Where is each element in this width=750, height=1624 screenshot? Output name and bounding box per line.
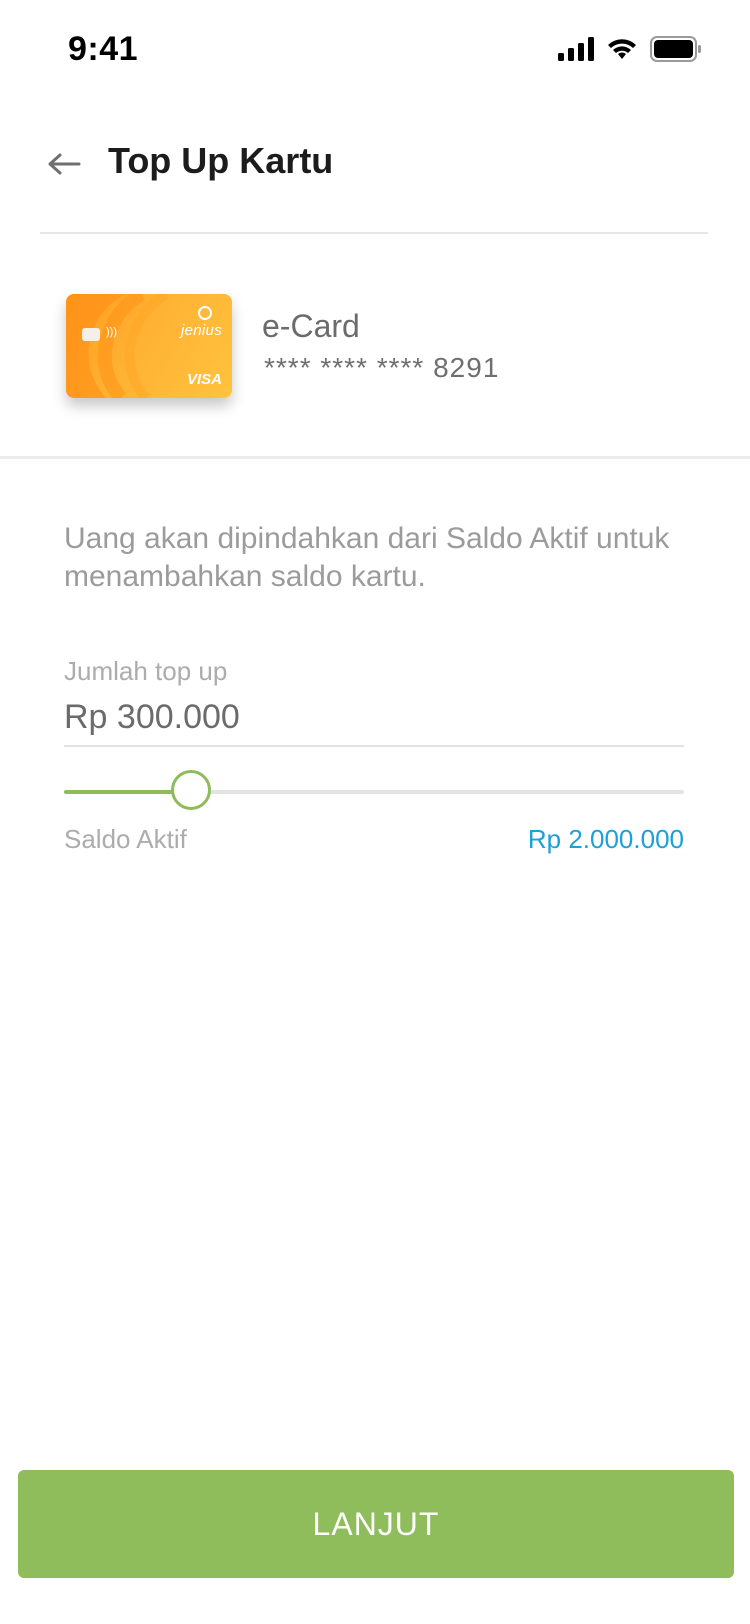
- card-image: ))) jenius VISA: [66, 294, 232, 398]
- status-time: 9:41: [68, 30, 139, 68]
- back-button[interactable]: [40, 142, 88, 190]
- amount-slider[interactable]: [64, 770, 684, 814]
- jenius-logo-icon: [198, 306, 212, 320]
- wifi-icon: [606, 37, 638, 66]
- info-text: Uang akan dipindahkan dari Saldo Aktif u…: [64, 522, 670, 593]
- slider-thumb[interactable]: [171, 770, 212, 810]
- visa-logo: VISA: [186, 371, 222, 388]
- amount-underline: [64, 745, 684, 747]
- slider-min-label: Saldo Aktif: [64, 824, 187, 854]
- arrow-left-icon: [47, 152, 81, 181]
- status-icons: [558, 36, 702, 67]
- card-number: **** **** **** 8291: [264, 352, 500, 383]
- card-chip-icon: [82, 328, 100, 341]
- amount-label: Jumlah top up: [64, 656, 228, 686]
- contactless-icon: ))): [106, 326, 117, 338]
- app-header: Top Up Kartu: [0, 120, 750, 230]
- battery-icon: [650, 36, 702, 67]
- status-bar: 9:41: [0, 0, 750, 100]
- section-divider: [0, 456, 750, 459]
- slider-max-label: Rp 2.000.000: [527, 824, 684, 854]
- card-summary: ))) jenius VISA e-Card **** **** **** 82…: [0, 234, 750, 456]
- card-name: e-Card: [262, 308, 360, 344]
- card-brand: jenius: [181, 322, 222, 339]
- continue-button[interactable]: LANJUT: [18, 1470, 734, 1578]
- amount-input[interactable]: [64, 692, 684, 742]
- page-title: Top Up Kartu: [108, 140, 334, 181]
- cellular-signal-icon: [558, 37, 594, 66]
